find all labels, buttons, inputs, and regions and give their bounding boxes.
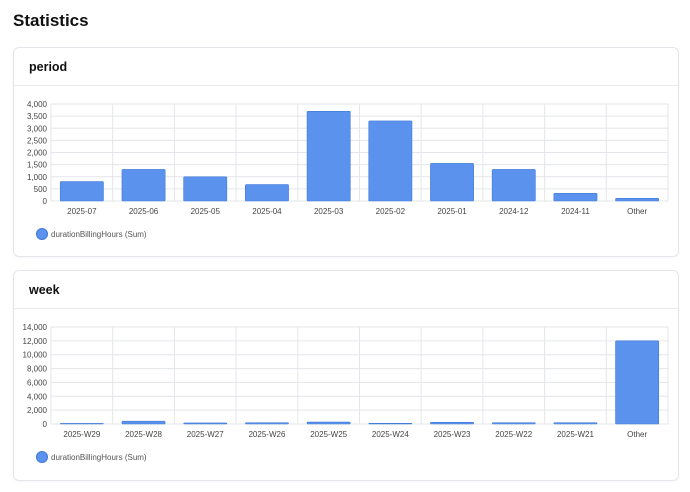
legend-swatch-icon [36, 228, 48, 240]
y-tick-label: 500 [34, 185, 48, 194]
x-tick-label: 2025-01 [437, 207, 467, 216]
y-tick-label: 2,000 [27, 149, 48, 158]
y-tick-label: 1,500 [27, 161, 48, 170]
legend-label: durationBillingHours (Sum) [51, 452, 147, 462]
x-tick-label: 2025-03 [314, 207, 344, 216]
card-header: week [14, 271, 678, 309]
y-tick-label: 0 [43, 420, 48, 429]
bar [368, 423, 413, 425]
legend-label: durationBillingHours (Sum) [51, 229, 147, 239]
period-bar-chart: 0 500 1,000 1,500 2,000 2,500 3,000 3,500 4,000 2… [27, 100, 669, 216]
x-tick-label: 2025-W29 [63, 430, 100, 439]
y-tick-label: 4,000 [27, 392, 48, 401]
week-bar-chart: 0 2,000 4,000 6,000 8,000 10,000 12,000 14,000 2… [23, 323, 669, 439]
x-tick-label: 2025-06 [129, 207, 159, 216]
bar [121, 169, 166, 202]
y-tick-label: 14,000 [23, 323, 48, 332]
bar [615, 198, 660, 202]
bar [491, 169, 536, 202]
chart-legend[interactable]: durationBillingHours (Sum) [36, 451, 147, 463]
legend-swatch-icon [36, 451, 48, 463]
x-tick-label: 2025-W27 [187, 430, 224, 439]
bar [430, 163, 474, 202]
bar [306, 110, 351, 202]
y-tick-label: 8,000 [27, 365, 48, 374]
x-tick-label: 2025-W23 [434, 430, 471, 439]
chart-legend[interactable]: durationBillingHours (Sum) [36, 228, 147, 240]
card-title: period [29, 59, 68, 74]
x-tick-label: 2025-07 [67, 207, 97, 216]
x-tick-label: 2025-W28 [125, 430, 162, 439]
bar [245, 422, 289, 425]
y-tick-label: 6,000 [27, 378, 48, 387]
week-chart-card: week 0 2,000 4,000 6,000 8,000 10,000 12,000 14… [13, 270, 679, 481]
bar [430, 421, 474, 425]
x-tick-label: 2025-W26 [248, 430, 285, 439]
x-tick-label: 2025-W22 [495, 430, 532, 439]
y-tick-label: 12,000 [23, 337, 48, 346]
bar [121, 420, 166, 425]
card-title: week [29, 282, 60, 297]
y-tick-label: 3,000 [27, 124, 48, 133]
x-tick-label: Other [627, 207, 647, 216]
x-tick-label: 2025-04 [252, 207, 282, 216]
bar [59, 423, 104, 425]
x-tick-label: Other [627, 430, 647, 439]
y-tick-label: 3,500 [27, 112, 48, 121]
bar [553, 422, 598, 425]
bar [368, 120, 413, 202]
x-tick-label: 2025-02 [376, 207, 406, 216]
card-header: period [14, 48, 678, 86]
y-tick-label: 10,000 [23, 351, 48, 360]
bar [553, 192, 598, 202]
bar [615, 340, 660, 425]
bar [183, 176, 228, 202]
y-tick-label: 1,000 [27, 173, 48, 182]
x-tick-label: 2024-12 [499, 207, 529, 216]
y-tick-label: 4,000 [27, 100, 48, 109]
bar [59, 181, 104, 202]
x-tick-label: 2025-W24 [372, 430, 409, 439]
bar [183, 422, 228, 425]
page-title: Statistics [13, 11, 89, 30]
bar [245, 184, 289, 202]
y-tick-label: 0 [43, 197, 48, 206]
x-tick-label: 2025-05 [191, 207, 221, 216]
period-chart-card: period 0 500 1,000 1,500 2,000 2,500 3,000 3,50… [13, 47, 679, 257]
x-tick-label: 2025-W25 [310, 430, 347, 439]
x-tick-label: 2025-W21 [557, 430, 594, 439]
x-tick-label: 2024-11 [561, 207, 590, 216]
y-tick-label: 2,500 [27, 136, 48, 145]
bar [491, 422, 536, 425]
y-tick-label: 2,000 [27, 406, 48, 415]
bar [306, 421, 351, 425]
